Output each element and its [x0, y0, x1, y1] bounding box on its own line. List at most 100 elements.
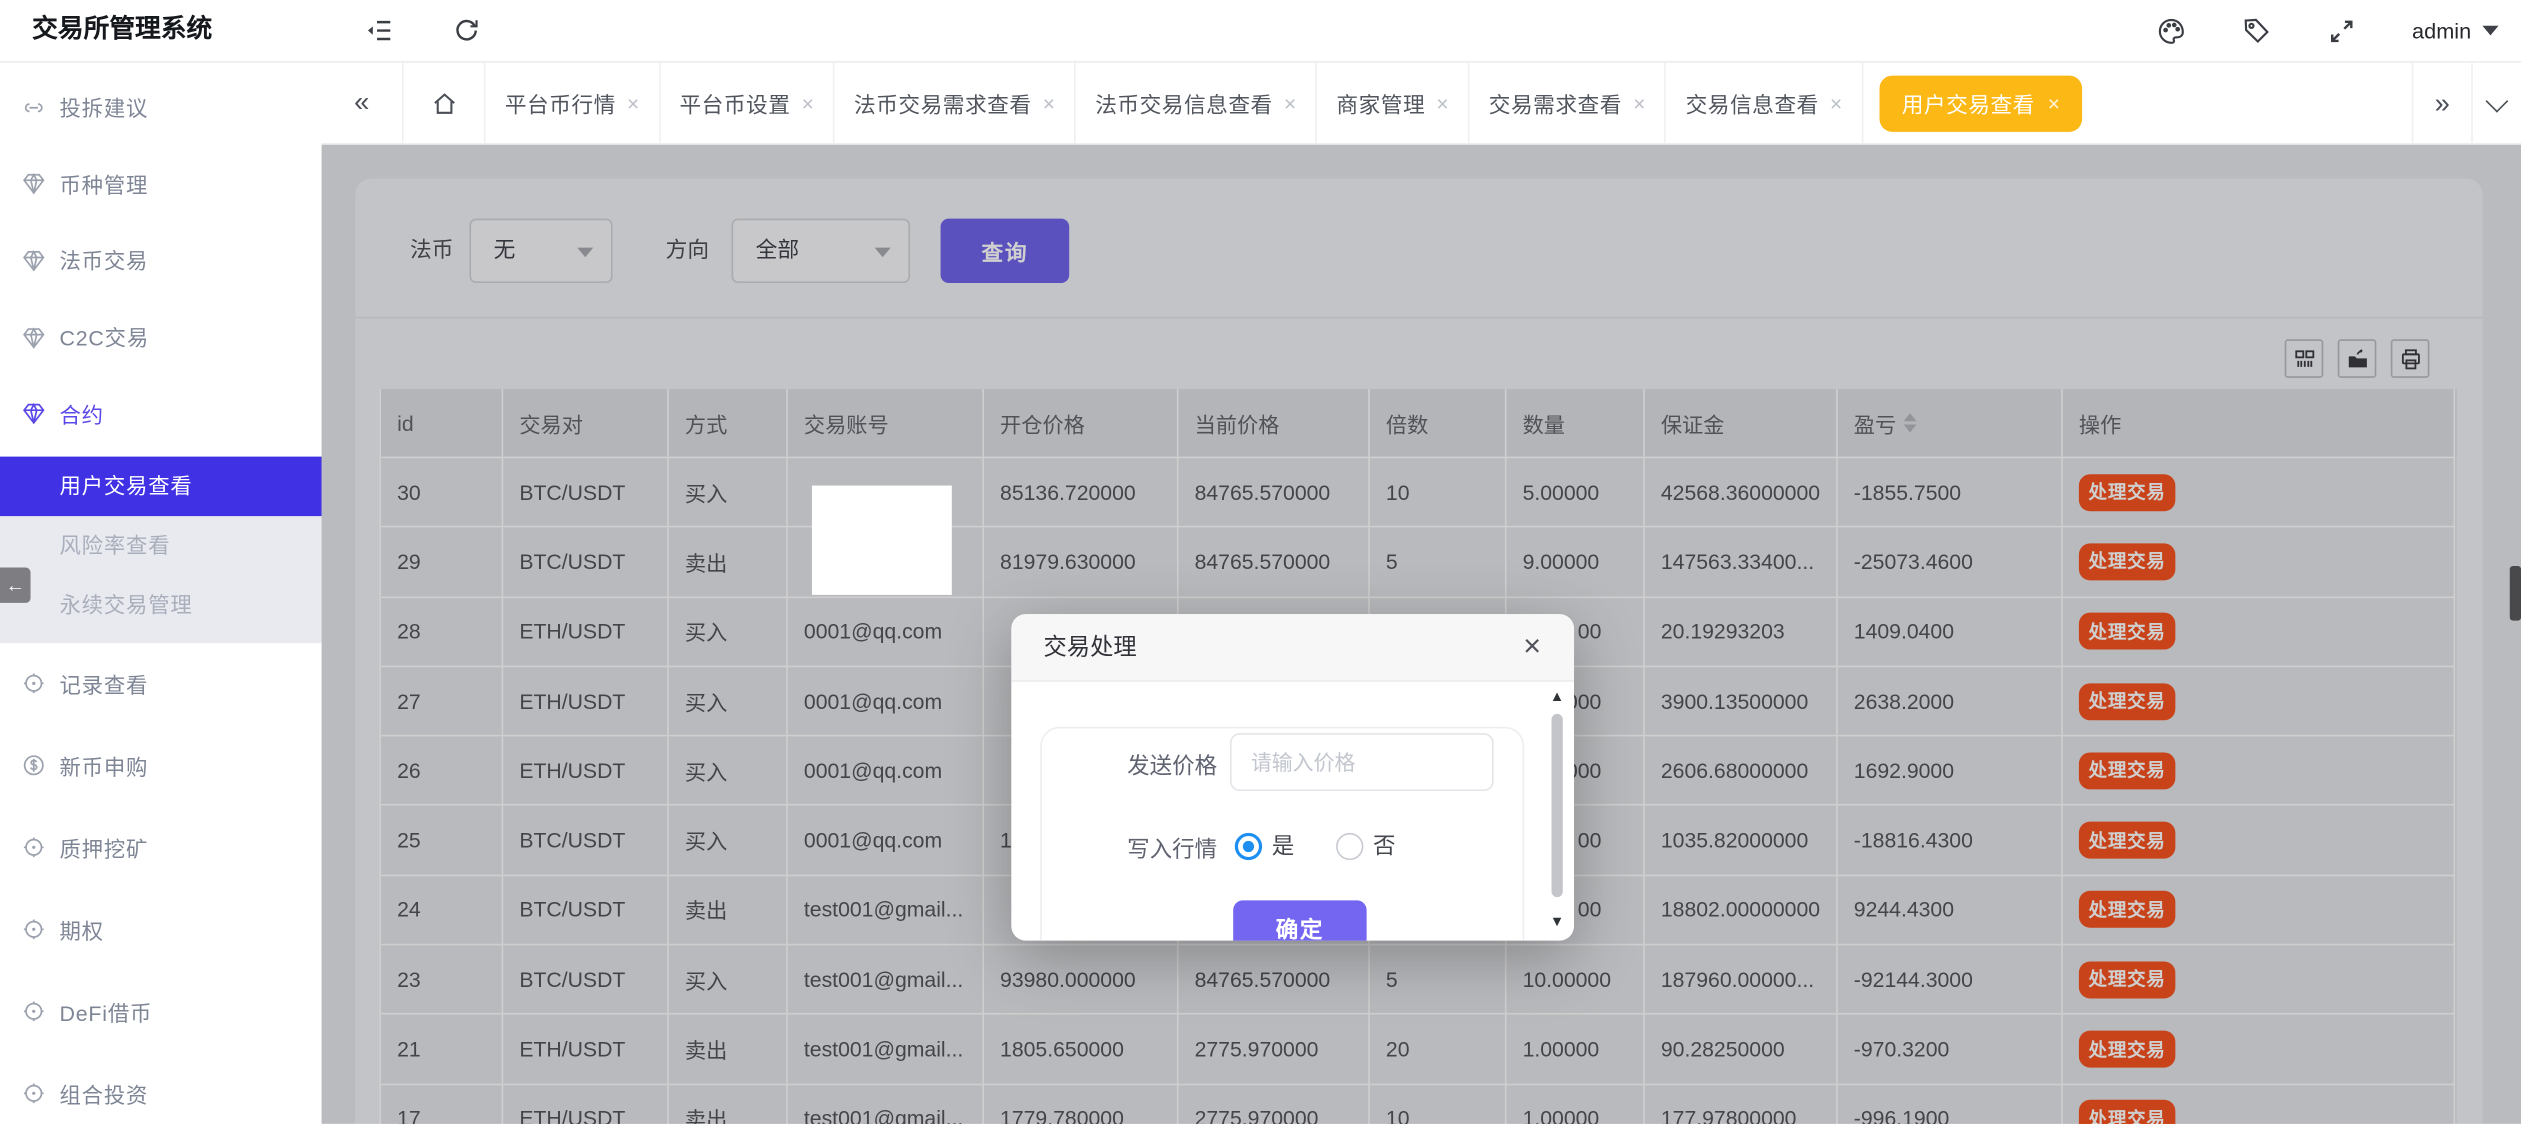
tab-商家管理[interactable]: 商家管理 × — [1317, 63, 1469, 143]
caret-down-icon — [2482, 26, 2498, 36]
tabbar-right-controls: » — [2412, 63, 2521, 145]
refresh-icon[interactable] — [452, 16, 481, 45]
theme-palette-icon[interactable] — [2156, 15, 2187, 46]
sidebar-item-label: 币种管理 — [59, 169, 148, 200]
sidebar-item-法币交易[interactable]: 法币交易 — [0, 222, 322, 299]
user-menu[interactable]: admin — [2412, 18, 2498, 42]
tab-法币交易需求查看[interactable]: 法币交易需求查看 × — [835, 63, 1076, 143]
radio-yes[interactable]: 是 — [1235, 830, 1294, 862]
trade-process-dialog: 交易处理 × 发送价格 写入行情 是 否 确定 ▲ ▼ — [1011, 614, 1574, 940]
sidebar-item-label: 期权 — [59, 915, 103, 946]
sidebar-item-label: 投拆建议 — [59, 92, 148, 123]
gem-icon — [21, 324, 47, 350]
tab-close-icon[interactable]: × — [802, 92, 814, 113]
sidebar-item-label: 合约 — [59, 398, 103, 429]
tab-交易信息查看[interactable]: 交易信息查看 × — [1666, 63, 1863, 143]
sidebar: 投拆建议币种管理法币交易C2C交易合约用户交易查看风险率查看永续交易管理记录查看… — [0, 63, 322, 1124]
radio-yes-label: 是 — [1272, 830, 1295, 862]
sidebar-item-label: 新币申购 — [59, 751, 148, 782]
tab-平台币设置[interactable]: 平台币设置 × — [660, 63, 835, 143]
sidebar-item-合约[interactable]: 合约 — [0, 375, 322, 452]
fullscreen-icon[interactable] — [2327, 15, 2358, 46]
send-price-label: 发送价格 — [1127, 749, 1217, 781]
tab-close-icon[interactable]: × — [1830, 92, 1842, 113]
compass-icon — [21, 1081, 47, 1107]
screen: 法币 无 方向 全部 查询 — [0, 0, 2521, 1124]
username: admin — [2412, 18, 2471, 42]
gem-icon — [21, 171, 47, 197]
tab-label: 法币交易需求查看 — [854, 87, 1032, 119]
sidebar-item-label: DeFi借币 — [59, 997, 152, 1028]
tabs-more-button[interactable] — [2471, 63, 2521, 145]
sidebar-item-币种管理[interactable]: 币种管理 — [0, 146, 322, 223]
dialog-scrollbar-thumb[interactable] — [1552, 714, 1563, 897]
fold-menu-icon[interactable] — [365, 16, 394, 45]
tab-close-icon[interactable]: × — [1633, 92, 1645, 113]
write-quote-label: 写入行情 — [1127, 833, 1217, 865]
topbar: 交易所管理系统 admin — [0, 0, 2521, 63]
tabbar: « 平台币行情×平台币设置×法币交易需求查看×法币交易信息查看×商家管理×交易需… — [322, 63, 2521, 145]
dialog-header: 交易处理 × — [1011, 614, 1574, 682]
sidebar-subitem-风险率查看[interactable]: 风险率查看 — [0, 516, 322, 575]
sidebar-item-label: C2C交易 — [59, 322, 149, 353]
radio-selected-icon — [1235, 832, 1262, 859]
tab-label: 平台币设置 — [679, 87, 790, 119]
sidebar-item-组合投资[interactable]: 组合投资 — [0, 1053, 322, 1124]
tab-法币交易信息查看[interactable]: 法币交易信息查看× — [1076, 63, 1317, 143]
compass-icon — [21, 835, 47, 861]
dollar-icon — [21, 753, 47, 779]
gem-icon — [21, 401, 47, 427]
sidebar-item-label: 法币交易 — [59, 245, 148, 276]
sidebar-item-DeFi借币[interactable]: DeFi借币 — [0, 971, 322, 1053]
tab-交易需求查看[interactable]: 交易需求查看 × — [1470, 63, 1667, 143]
sidebar-item-label: 组合投资 — [59, 1079, 148, 1110]
sidebar-item-新币申购[interactable]: 新币申购 — [0, 725, 322, 807]
tab-close-icon[interactable]: × — [1043, 92, 1055, 113]
exchange-admin-app: 法币 无 方向 全部 查询 — [0, 0, 2521, 1124]
app-title: 交易所管理系统 — [32, 0, 212, 61]
tab-close-icon[interactable]: × — [1284, 92, 1296, 113]
tab-label: 用户交易查看 — [1902, 87, 2035, 119]
confirm-button[interactable]: 确定 — [1233, 900, 1366, 940]
send-price-input[interactable] — [1230, 733, 1494, 791]
sidebar-item-记录查看[interactable]: 记录查看 — [0, 643, 322, 725]
sidebar-item-质押挖矿[interactable]: 质押挖矿 — [0, 807, 322, 889]
compass-icon — [21, 671, 47, 697]
scroll-up-icon[interactable]: ▲ — [1550, 688, 1564, 704]
close-icon[interactable]: × — [1513, 629, 1552, 668]
tag-icon[interactable] — [2242, 15, 2273, 46]
tab-list: 平台币行情×平台币设置×法币交易需求查看×法币交易信息查看×商家管理×交易需求查… — [486, 63, 2099, 143]
tab-close-icon[interactable]: × — [627, 92, 639, 113]
tabs-scroll-right[interactable]: » — [2412, 63, 2471, 145]
radio-no[interactable]: 否 — [1336, 830, 1395, 862]
link-icon — [21, 95, 47, 121]
chevron-down-icon — [2486, 89, 2509, 112]
sidebar-subitem-永续交易管理[interactable]: 永续交易管理 — [0, 576, 322, 635]
tab-close-icon[interactable]: × — [2048, 92, 2060, 113]
tab-平台币行情[interactable]: 平台币行情 × — [486, 63, 661, 143]
radio-unselected-icon — [1336, 832, 1363, 859]
topbar-right: admin — [2156, 0, 2498, 61]
tab-label: 平台币行情 — [505, 87, 616, 119]
compass-icon — [21, 917, 47, 943]
sidebar-submenu: 用户交易查看风险率查看永续交易管理 — [0, 457, 322, 644]
sidebar-item-期权[interactable]: 期权 — [0, 889, 322, 971]
sidebar-item-C2C交易[interactable]: C2C交易 — [0, 299, 322, 376]
sidebar-item-label: 质押挖矿 — [59, 833, 148, 864]
home-icon — [430, 89, 457, 116]
tab-label: 交易需求查看 — [1489, 87, 1622, 119]
tabs-scroll-left[interactable]: « — [322, 63, 404, 143]
sidebar-collapse-handle[interactable]: ← — [0, 568, 31, 603]
scroll-down-icon[interactable]: ▼ — [1550, 913, 1564, 929]
home-tab-button[interactable] — [404, 63, 486, 143]
sidebar-subitem-用户交易查看[interactable]: 用户交易查看 — [0, 457, 322, 516]
tab-用户交易查看[interactable]: 用户交易查看 × — [1863, 63, 2098, 143]
gem-icon — [21, 248, 47, 274]
tab-label: 商家管理 — [1336, 87, 1425, 119]
redaction-overlay — [812, 486, 952, 595]
sidebar-item-投拆建议[interactable]: 投拆建议 — [0, 69, 322, 146]
dialog-title: 交易处理 — [1043, 614, 1136, 682]
tab-close-icon[interactable]: × — [1436, 92, 1448, 113]
tab-label: 交易信息查看 — [1686, 87, 1819, 119]
compass-icon — [21, 999, 47, 1025]
